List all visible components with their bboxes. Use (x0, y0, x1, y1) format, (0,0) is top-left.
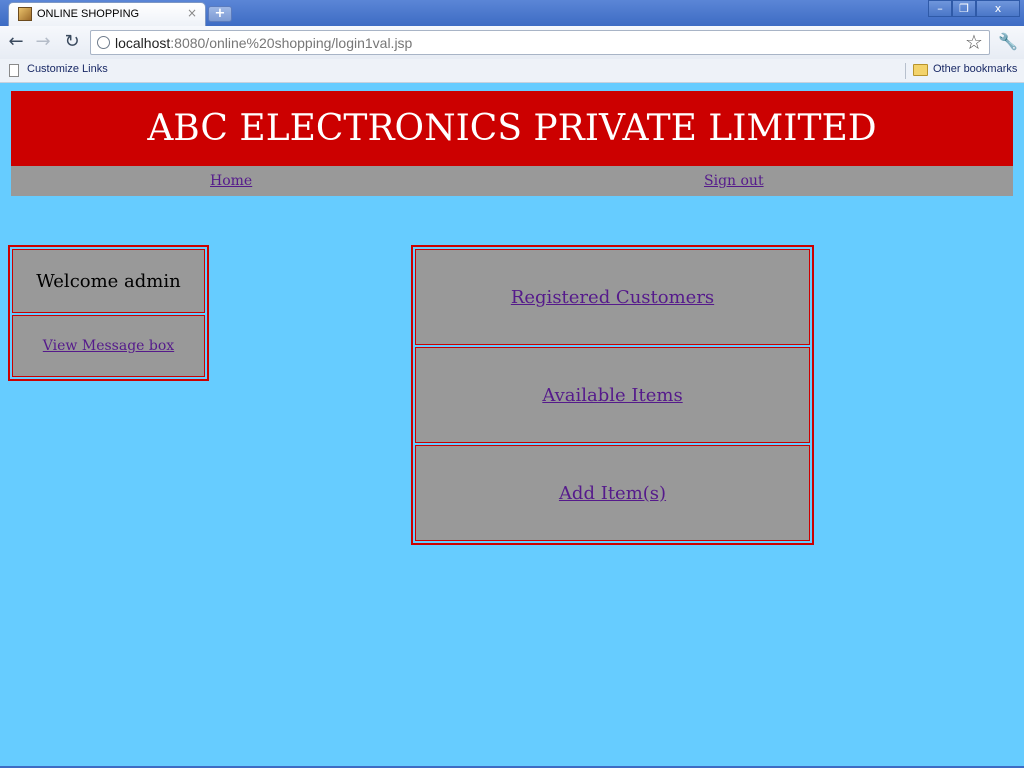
browser-titlebar: ONLINE SHOPPING × + – ❐ x (0, 0, 1024, 26)
site-navbar: Home Sign out (11, 166, 1013, 196)
globe-icon (97, 36, 110, 49)
site-header: ABC ELECTRONICS PRIVATE LIMITED (11, 91, 1013, 166)
address-bar[interactable]: localhost:8080/online%20shopping/login1v… (90, 30, 990, 55)
back-arrow-icon[interactable]: ← (5, 31, 27, 53)
address-bar-url: localhost:8080/online%20shopping/login1v… (115, 35, 413, 51)
welcome-message: Welcome admin (36, 270, 181, 292)
page-icon (9, 64, 19, 77)
other-bookmarks-button[interactable]: Other bookmarks (933, 63, 1017, 75)
new-tab-button[interactable]: + (208, 6, 232, 22)
bookmarks-separator (905, 63, 906, 79)
page-favicon-icon (18, 7, 32, 21)
view-message-box-link[interactable]: View Message box (43, 338, 174, 354)
reload-icon[interactable]: ↻ (61, 31, 83, 53)
bookmark-customize-links[interactable]: Customize Links (27, 63, 108, 75)
add-items-link[interactable]: Add Item(s) (559, 483, 666, 504)
browser-tab[interactable]: ONLINE SHOPPING × (8, 2, 206, 26)
home-link[interactable]: Home (210, 173, 252, 189)
menu-cell: Registered Customers (415, 249, 810, 345)
menu-cell: Add Item(s) (415, 445, 810, 541)
wrench-icon[interactable]: 🔧 (998, 32, 1018, 51)
available-items-link[interactable]: Available Items (542, 385, 682, 406)
sign-out-link[interactable]: Sign out (704, 173, 764, 189)
menu-cell: Available Items (415, 347, 810, 443)
close-window-button[interactable]: x (976, 0, 1020, 17)
admin-menu-panel: Registered Customers Available Items Add… (411, 245, 814, 545)
forward-arrow-icon[interactable]: → (32, 31, 54, 53)
site-title: ABC ELECTRONICS PRIVATE LIMITED (147, 108, 877, 149)
bookmarks-bar (0, 59, 1024, 83)
tab-close-icon[interactable]: × (187, 6, 197, 20)
welcome-cell: Welcome admin (12, 249, 205, 313)
message-cell: View Message box (12, 315, 205, 377)
bookmark-star-icon[interactable]: ☆ (965, 30, 983, 54)
registered-customers-link[interactable]: Registered Customers (511, 287, 714, 308)
restore-button[interactable]: ❐ (952, 0, 976, 17)
tab-title: ONLINE SHOPPING (37, 8, 140, 20)
minimize-button[interactable]: – (928, 0, 952, 17)
folder-icon (913, 64, 928, 76)
user-panel: Welcome admin View Message box (8, 245, 209, 381)
